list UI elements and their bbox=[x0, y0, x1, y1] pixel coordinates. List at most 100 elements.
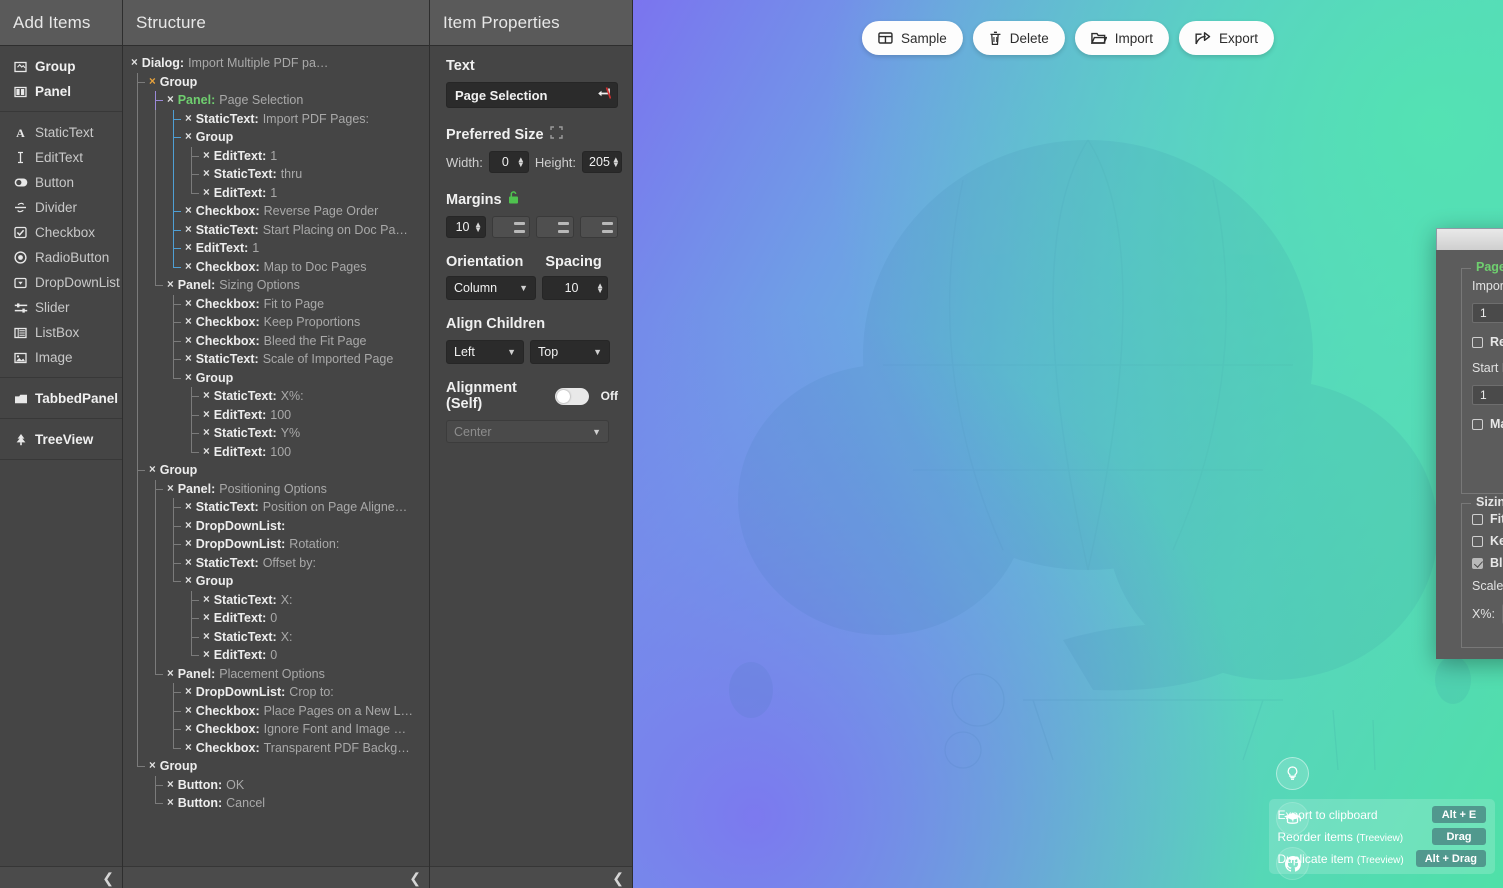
delete-button[interactable]: Delete bbox=[972, 21, 1065, 55]
structure-tree-container[interactable]: × Dialog: Import Multiple PDF pa… × Group × Pa… bbox=[123, 46, 429, 866]
resize-corners-icon[interactable] bbox=[549, 126, 563, 143]
alignment-self-select[interactable]: Center ▼ bbox=[446, 420, 609, 443]
margin-box-2[interactable] bbox=[492, 216, 530, 238]
add-item-edittext[interactable]: EditText bbox=[0, 145, 122, 170]
tree-row[interactable]: × StaticText: thru bbox=[123, 165, 429, 184]
add-item-checkbox[interactable]: Checkbox bbox=[0, 220, 122, 245]
tree-delete-icon[interactable]: × bbox=[185, 113, 192, 125]
tree-row[interactable]: × StaticText: Position on Page Aligne… bbox=[123, 498, 429, 517]
stepper-arrows-icon[interactable]: ▲ ▼ bbox=[517, 156, 525, 169]
tree-row[interactable]: × Panel: Positioning Options bbox=[123, 479, 429, 498]
tree-row[interactable]: × Panel: Page Selection bbox=[123, 91, 429, 110]
add-items-collapse-button[interactable]: ❮ bbox=[0, 866, 122, 888]
tree-row[interactable]: × Group bbox=[123, 72, 429, 91]
reverse-page-order-checkbox[interactable]: Reverse Page Order bbox=[1472, 335, 1503, 349]
text-input[interactable]: Page Selection bbox=[446, 82, 618, 108]
tree-delete-icon[interactable]: × bbox=[203, 150, 210, 162]
tree-row[interactable]: × StaticText: Offset by: bbox=[123, 553, 429, 572]
add-item-group[interactable]: Group bbox=[0, 54, 122, 79]
import-button[interactable]: Import bbox=[1074, 21, 1170, 55]
align-children-vertical-select[interactable]: Top ▼ bbox=[530, 340, 610, 364]
tree-delete-icon[interactable]: × bbox=[167, 483, 174, 495]
tree-delete-icon[interactable]: × bbox=[185, 131, 192, 143]
tree-delete-icon[interactable]: × bbox=[203, 594, 210, 606]
add-item-listbox[interactable]: ListBox bbox=[0, 320, 122, 345]
tree-delete-icon[interactable]: × bbox=[203, 168, 210, 180]
tree-row[interactable]: × StaticText: X: bbox=[123, 627, 429, 646]
start-page-input[interactable]: 1 bbox=[1472, 385, 1503, 405]
tree-row[interactable]: × EditText: 0 bbox=[123, 646, 429, 665]
tree-delete-icon[interactable]: × bbox=[185, 335, 192, 347]
tree-delete-icon[interactable]: × bbox=[203, 409, 210, 421]
tree-row[interactable]: × Dialog: Import Multiple PDF pa… bbox=[123, 54, 429, 73]
alignment-self-toggle[interactable] bbox=[554, 387, 589, 405]
tree-delete-icon[interactable]: × bbox=[185, 686, 192, 698]
tree-delete-icon[interactable]: × bbox=[149, 76, 156, 88]
tree-delete-icon[interactable]: × bbox=[149, 464, 156, 476]
tree-row[interactable]: × Group bbox=[123, 128, 429, 147]
add-item-treeview[interactable]: TreeView bbox=[0, 427, 122, 452]
tree-row[interactable]: × DropDownList: bbox=[123, 516, 429, 535]
tree-delete-icon[interactable]: × bbox=[185, 501, 192, 513]
tree-row[interactable]: × Group bbox=[123, 572, 429, 591]
tree-delete-icon[interactable]: × bbox=[167, 668, 174, 680]
tree-delete-icon[interactable]: × bbox=[185, 723, 192, 735]
tree-row[interactable]: × Checkbox: Keep Proportions bbox=[123, 313, 429, 332]
tree-delete-icon[interactable]: × bbox=[185, 353, 192, 365]
tree-row[interactable]: × EditText: 1 bbox=[123, 146, 429, 165]
dialog-preview[interactable]: Import Multiple PDF pages Page Selection… bbox=[1436, 228, 1503, 659]
tree-delete-icon[interactable]: × bbox=[149, 760, 156, 772]
map-to-doc-pages-checkbox[interactable]: Map to Doc Pages bbox=[1472, 417, 1503, 431]
tree-row[interactable]: × Button: Cancel bbox=[123, 794, 429, 813]
tree-delete-icon[interactable]: × bbox=[185, 205, 192, 217]
page-from-input[interactable]: 1 bbox=[1472, 303, 1503, 323]
tree-row[interactable]: × Button: OK bbox=[123, 775, 429, 794]
unlock-icon[interactable] bbox=[508, 191, 519, 208]
add-item-radiobutton[interactable]: RadioButton bbox=[0, 245, 122, 270]
tree-delete-icon[interactable]: × bbox=[203, 612, 210, 624]
tree-row[interactable]: × EditText: 1 bbox=[123, 239, 429, 258]
tree-row[interactable]: × Checkbox: Transparent PDF Backg… bbox=[123, 738, 429, 757]
tree-delete-icon[interactable]: × bbox=[185, 557, 192, 569]
tree-row[interactable]: × EditText: 100 bbox=[123, 442, 429, 461]
tree-row[interactable]: × StaticText: Y% bbox=[123, 424, 429, 443]
tree-row[interactable]: × EditText: 0 bbox=[123, 609, 429, 628]
add-item-tabbedpanel[interactable]: TabbedPanel bbox=[0, 386, 122, 411]
bleed-fit-page-checkbox[interactable]: Bleed the Fit Page bbox=[1472, 556, 1503, 570]
fit-to-page-checkbox[interactable]: Fit to Page bbox=[1472, 512, 1503, 526]
tree-delete-icon[interactable]: × bbox=[185, 520, 192, 532]
tree-delete-icon[interactable]: × bbox=[203, 649, 210, 661]
return-arrow-icon[interactable] bbox=[595, 87, 612, 104]
add-item-image[interactable]: Image bbox=[0, 345, 122, 370]
add-item-button[interactable]: Button bbox=[0, 170, 122, 195]
align-children-horizontal-select[interactable]: Left ▼ bbox=[446, 340, 524, 364]
preview-canvas[interactable]: Sample Delete Import Export Import Multiple… bbox=[633, 0, 1503, 888]
tree-row[interactable]: × EditText: 1 bbox=[123, 183, 429, 202]
add-item-panel[interactable]: Panel bbox=[0, 79, 122, 104]
tree-row[interactable]: × Checkbox: Bleed the Fit Page bbox=[123, 331, 429, 350]
tree-row[interactable]: × StaticText: Scale of Imported Page bbox=[123, 350, 429, 369]
tree-delete-icon[interactable]: × bbox=[185, 372, 192, 384]
tree-row[interactable]: × Panel: Sizing Options bbox=[123, 276, 429, 295]
tree-delete-icon[interactable]: × bbox=[203, 390, 210, 402]
tree-delete-icon[interactable]: × bbox=[185, 575, 192, 587]
stepper-arrows-icon[interactable]: ▲ ▼ bbox=[474, 221, 482, 234]
tree-delete-icon[interactable]: × bbox=[185, 224, 192, 236]
tree-row[interactable]: × StaticText: X: bbox=[123, 590, 429, 609]
tree-delete-icon[interactable]: × bbox=[167, 94, 174, 106]
structure-collapse-button[interactable]: ❮ bbox=[123, 866, 429, 888]
margin-box-3[interactable] bbox=[536, 216, 574, 238]
height-stepper[interactable]: 205 ▲ ▼ bbox=[582, 151, 623, 173]
tree-row[interactable]: × Panel: Placement Options bbox=[123, 664, 429, 683]
tree-row[interactable]: × Checkbox: Place Pages on a New L… bbox=[123, 701, 429, 720]
tree-row[interactable]: × StaticText: Start Placing on Doc Pa… bbox=[123, 220, 429, 239]
tree-delete-icon[interactable]: × bbox=[185, 298, 192, 310]
tree-row[interactable]: × Checkbox: Reverse Page Order bbox=[123, 202, 429, 221]
tree-row[interactable]: × Group bbox=[123, 368, 429, 387]
keep-proportions-checkbox[interactable]: Keep Proportions bbox=[1472, 534, 1503, 548]
stepper-arrows-icon[interactable]: ▲ ▼ bbox=[596, 282, 604, 295]
tree-delete-icon[interactable]: × bbox=[185, 261, 192, 273]
tree-row[interactable]: × StaticText: X%: bbox=[123, 387, 429, 406]
tree-delete-icon[interactable]: × bbox=[185, 242, 192, 254]
export-button[interactable]: Export bbox=[1179, 21, 1275, 55]
